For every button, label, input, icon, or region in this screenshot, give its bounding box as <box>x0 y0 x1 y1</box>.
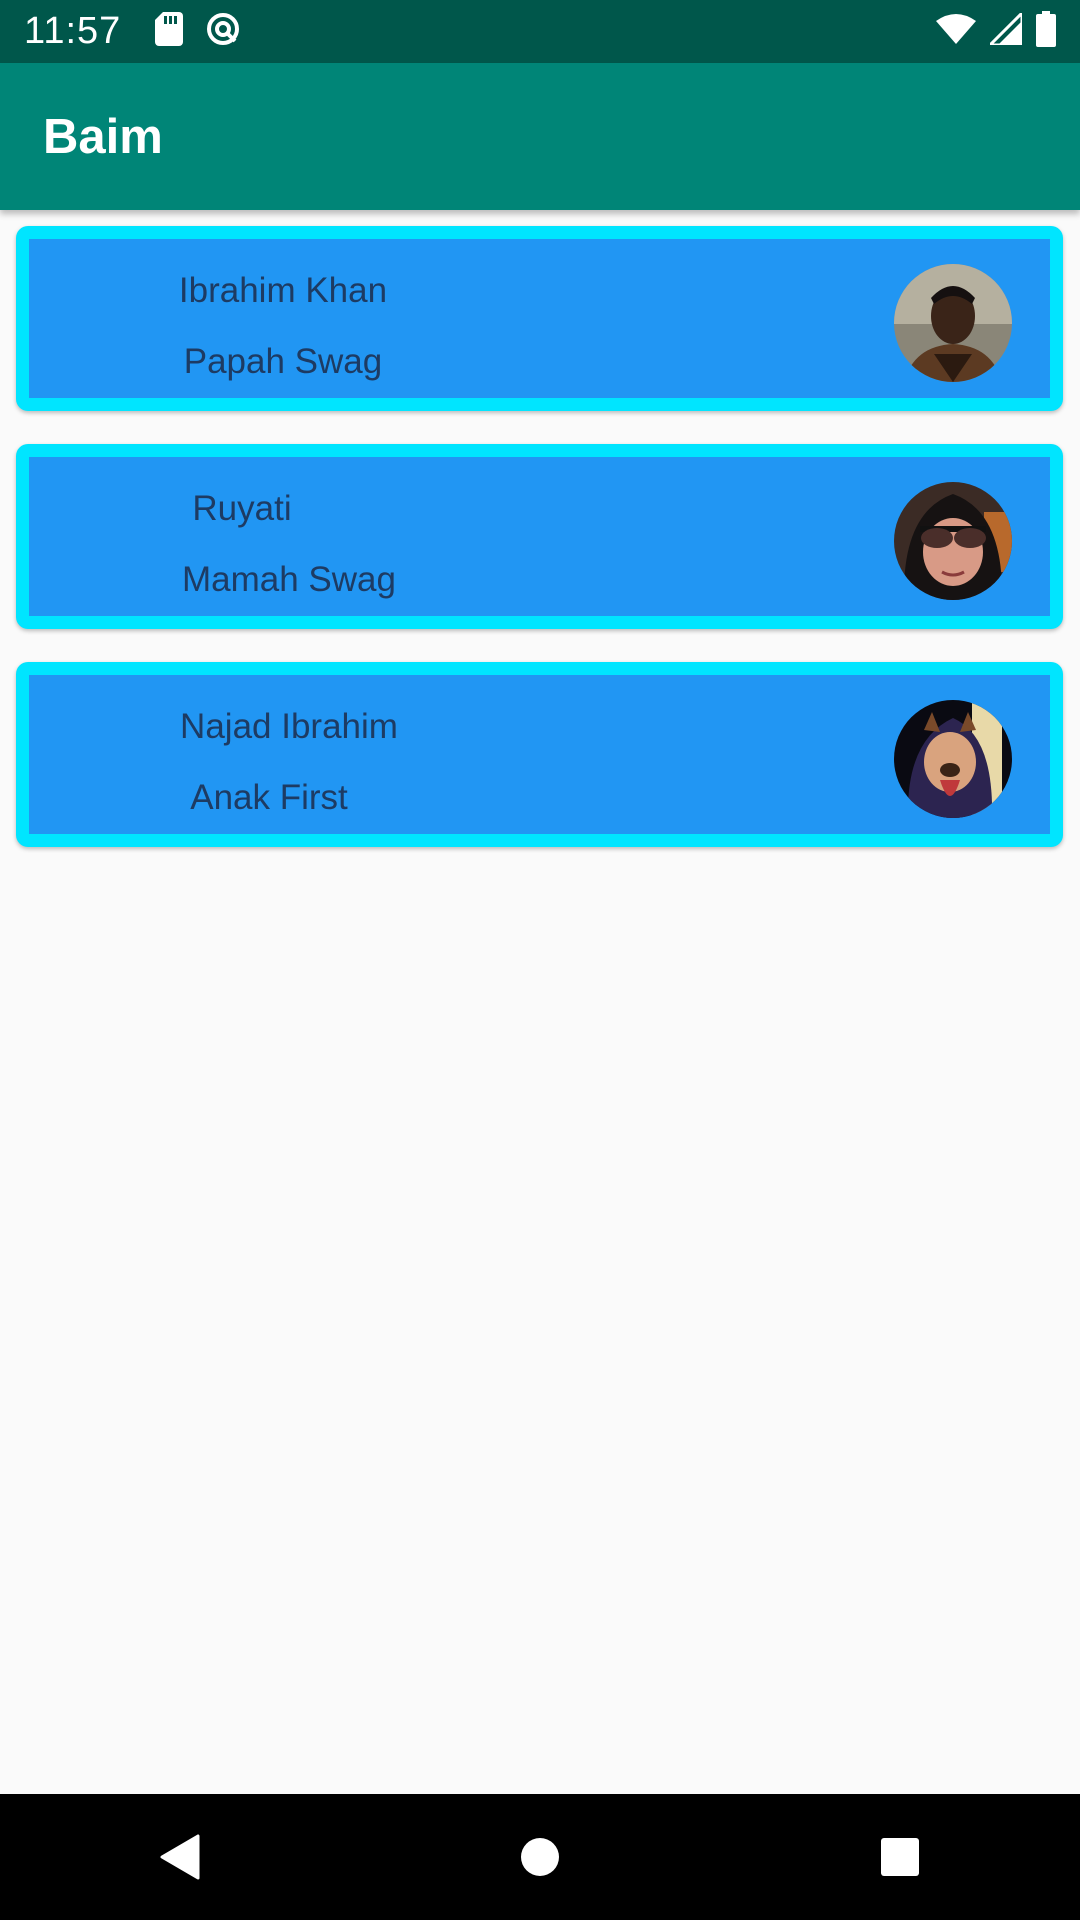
wifi-icon <box>936 13 976 50</box>
avatar <box>894 264 1012 382</box>
contact-name: Ruyati <box>192 489 292 528</box>
status-left-icons <box>155 11 241 52</box>
sd-card-icon <box>155 12 184 51</box>
status-time: 11:57 <box>24 10 122 52</box>
contact-role: Anak First <box>190 778 348 817</box>
avatar <box>894 700 1012 818</box>
home-icon <box>521 1838 559 1876</box>
back-icon <box>160 1834 200 1880</box>
avatar-photo <box>894 482 1012 600</box>
data-saver-icon <box>205 11 241 52</box>
app-title: Baim <box>43 109 163 164</box>
recents-icon <box>881 1838 919 1876</box>
contact-card[interactable]: Ibrahim Khan Papah Swag <box>16 226 1063 411</box>
cell-signal-icon <box>986 9 1024 50</box>
recents-button[interactable] <box>860 1817 940 1897</box>
status-bar: 11:57 <box>0 0 1080 63</box>
status-right-icons <box>936 9 1056 52</box>
contact-card[interactable]: Najad Ibrahim Anak First <box>16 662 1063 847</box>
back-button[interactable] <box>140 1817 220 1897</box>
avatar <box>894 482 1012 600</box>
avatar-photo <box>894 700 1012 818</box>
home-button[interactable] <box>500 1817 580 1897</box>
contact-name: Najad Ibrahim <box>180 707 398 746</box>
contact-role: Papah Swag <box>183 342 383 381</box>
contact-role: Mamah Swag <box>182 560 396 599</box>
contact-name: Ibrahim Khan <box>178 271 388 310</box>
contact-card[interactable]: Ruyati Mamah Swag <box>16 444 1063 629</box>
battery-icon <box>1036 11 1056 52</box>
app-bar: Baim <box>0 63 1080 210</box>
navigation-bar <box>0 1794 1080 1920</box>
avatar-photo <box>894 264 1012 382</box>
